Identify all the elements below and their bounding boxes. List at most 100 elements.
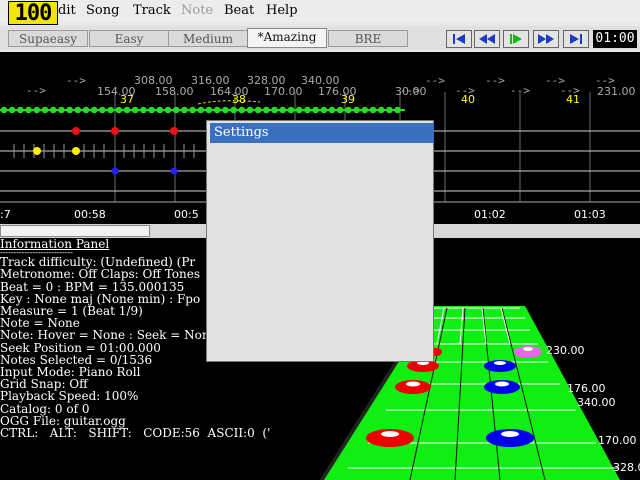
lyric-marker-dot — [279, 106, 287, 114]
lyric-marker-dot — [66, 106, 73, 114]
tempo-label-3d: 340.00 — [577, 396, 616, 409]
lyric-marker-dot — [25, 106, 32, 114]
lyric-marker-dot — [230, 106, 237, 114]
menu-note[interactable]: Note — [181, 3, 213, 18]
lyric-marker-dot — [197, 106, 205, 114]
lyric-marker-dot — [377, 106, 385, 114]
time-label: :7 — [0, 208, 11, 221]
lyric-marker-dot — [213, 106, 221, 114]
time-label: 01:03 — [574, 208, 606, 221]
tempo-arrow: --> — [26, 84, 46, 97]
tempo-arrow: --> — [485, 74, 505, 87]
lyric-marker-dot — [222, 106, 229, 114]
lyric-marker-dot — [312, 106, 319, 114]
menu-track[interactable]: Track — [133, 3, 171, 18]
lyric-marker-dot — [140, 106, 147, 114]
lyric-marker-dot — [246, 106, 254, 114]
info-line: CTRL: ALT: SHIFT: CODE:56 ASCII:0 (' — [0, 426, 271, 441]
fast-forward-button[interactable] — [533, 30, 559, 48]
lyric-marker-dot — [115, 106, 123, 114]
tab-amazing[interactable]: *Amazing — [247, 28, 327, 48]
lyric-marker-dot — [263, 106, 270, 114]
time-label: 00:58 — [74, 208, 106, 221]
dialog-title-bar[interactable]: Settings — [210, 123, 434, 143]
play-button[interactable] — [503, 30, 529, 48]
lyric-marker-dot — [99, 106, 106, 114]
skip-forward-icon — [570, 34, 582, 44]
lyric-marker-dot — [254, 106, 262, 114]
lyric-marker-dot — [107, 106, 114, 114]
lyric-marker-dot — [295, 106, 303, 114]
tab-medium[interactable]: Medium — [168, 30, 248, 47]
lyric-marker-dot — [8, 106, 16, 114]
lyric-marker-dot — [328, 106, 336, 114]
lyric-marker-dot — [33, 106, 41, 114]
lyric-marker-dot — [164, 106, 172, 114]
lyric-marker-dot — [123, 106, 131, 114]
scrollbar-thumb[interactable] — [0, 225, 150, 237]
menu-song[interactable]: Song — [86, 3, 119, 18]
lyric-marker-dot — [394, 106, 401, 114]
info-line: Catalog: 0 of 0 — [0, 401, 90, 416]
tab-easy[interactable]: Easy — [89, 30, 169, 47]
tempo-label: 170.00 — [264, 85, 303, 98]
info-line: Playback Speed: 100% — [0, 389, 139, 404]
lyric-marker-dot — [205, 106, 213, 114]
measure-label: 39 — [341, 93, 355, 106]
tempo-label-3d: 176.00 — [567, 382, 606, 395]
menu-edit[interactable]: dit — [58, 3, 76, 18]
lyric-marker-dot — [172, 106, 180, 114]
lyric-marker-dot — [287, 106, 295, 114]
measure-label: 41 — [566, 93, 580, 106]
rewind-button[interactable] — [474, 30, 500, 48]
tempo-label: 30.00 — [395, 85, 427, 98]
tempo-label-3d: 328.00 — [613, 461, 640, 474]
rewind-icon — [479, 34, 495, 44]
measure-label: 40 — [461, 93, 475, 106]
tempo-label: 231.00 — [597, 85, 636, 98]
tempo-label-3d: 170.00 — [598, 434, 637, 447]
lyric-marker-dot — [74, 106, 82, 114]
measure-label: 37 — [120, 93, 134, 106]
tempo-arrow: --> — [425, 74, 445, 87]
tempo-label: 158.00 — [155, 85, 194, 98]
tab-supaeasy[interactable]: Supaeasy — [8, 30, 88, 47]
tempo-label-3d: 230.00 — [546, 344, 585, 357]
play-icon — [510, 34, 522, 44]
lyric-marker-dot — [156, 106, 164, 114]
time-label: 00:5 — [174, 208, 199, 221]
lyric-marker-dot — [336, 106, 344, 114]
lyric-marker-dot — [82, 106, 90, 114]
lyric-marker-dot — [0, 106, 8, 114]
tempo-arrow: --> — [510, 84, 530, 97]
skip-back-button[interactable] — [446, 30, 472, 48]
lyric-marker-dot — [238, 106, 246, 114]
time-label: 01:02 — [474, 208, 506, 221]
logo: 100 — [8, 1, 58, 26]
lyric-marker-dot — [271, 106, 278, 114]
lyric-marker-dot — [369, 106, 377, 114]
lyric-marker-dot — [49, 106, 57, 114]
tempo-arrow: --> — [66, 74, 86, 87]
lyric-marker-dot — [353, 106, 360, 114]
settings-dialog[interactable]: Settings — [206, 120, 434, 362]
lyric-marker-dot — [320, 106, 328, 114]
lyric-marker-dot — [304, 106, 311, 114]
lyric-marker-dot — [58, 106, 65, 114]
lyric-marker-dot — [41, 106, 49, 114]
lyric-marker-dot — [90, 106, 98, 114]
lyric-marker-dot — [189, 106, 196, 114]
skip-back-icon — [453, 34, 465, 44]
lyric-marker-dot — [131, 106, 139, 114]
lyric-marker-dot — [17, 106, 24, 114]
lyric-marker-dot — [386, 106, 393, 114]
tab-bre[interactable]: BRE — [328, 30, 408, 47]
skip-forward-button[interactable] — [563, 30, 589, 48]
fast-forward-icon — [538, 34, 554, 44]
lyric-marker-dot — [148, 106, 155, 114]
menu-beat[interactable]: Beat — [224, 3, 254, 18]
lyric-marker-dot — [361, 106, 369, 114]
measure-label: 38 — [232, 93, 246, 106]
menu-help[interactable]: Help — [266, 3, 298, 18]
time-display: 01:00 — [593, 30, 637, 48]
